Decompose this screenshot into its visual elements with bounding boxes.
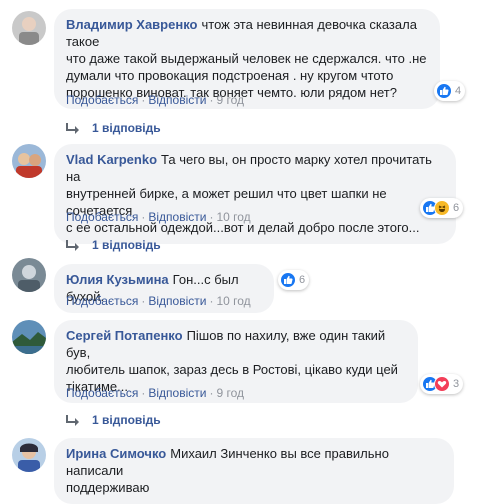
comment-author[interactable]: Сергей Потапенко [66, 328, 183, 343]
avatar[interactable] [12, 11, 46, 45]
comment-author[interactable]: Юлия Кузьмина [66, 272, 169, 287]
timestamp[interactable]: 9 год [216, 386, 244, 400]
replies-count-label: 1 відповідь [92, 121, 161, 135]
reply-arrow-icon [66, 415, 79, 426]
view-replies-link[interactable]: 1 відповідь [66, 121, 161, 135]
timestamp[interactable]: 10 год [216, 210, 250, 224]
reply-arrow-icon [66, 240, 79, 251]
avatar[interactable] [12, 320, 46, 354]
haha-icon [434, 200, 450, 216]
comment-bubble: Ирина Симочко Михаил Зинченко вы все прав… [54, 438, 454, 504]
reaction-count: 4 [455, 85, 462, 97]
reaction-count: 6 [453, 202, 460, 214]
comment-author[interactable]: Владимир Хавренко [66, 17, 197, 32]
comment-actions: Подобається · Відповісти · 9 год [66, 386, 244, 400]
view-replies-link[interactable]: 1 відповідь [66, 413, 161, 427]
comment-actions: Подобається · Відповісти · 9 год [66, 93, 244, 107]
avatar[interactable] [12, 144, 46, 178]
reaction-summary[interactable]: 6 [420, 198, 464, 218]
comment-actions: Подобається · Відповісти · 10 год [66, 210, 251, 224]
reply-button[interactable]: Відповісти [148, 210, 206, 224]
reaction-summary[interactable]: 6 [278, 270, 310, 290]
reply-button[interactable]: Відповісти [148, 386, 206, 400]
comment-actions: Подобається · Відповісти · 10 год [66, 294, 251, 308]
comment-text-line: думали что провокация подстроеная . ну к… [66, 68, 394, 83]
avatar[interactable] [12, 438, 46, 472]
timestamp[interactable]: 10 год [216, 294, 250, 308]
reaction-count: 6 [299, 274, 306, 286]
reaction-summary[interactable]: 3 [420, 374, 464, 394]
like-button[interactable]: Подобається [66, 93, 138, 107]
reaction-count: 3 [453, 378, 460, 390]
view-replies-link[interactable]: 1 відповідь [66, 238, 161, 252]
like-icon [280, 272, 296, 288]
like-button[interactable]: Подобається [66, 294, 138, 308]
avatar[interactable] [12, 258, 46, 292]
timestamp[interactable]: 9 год [216, 93, 244, 107]
comment-text-line: что даже такой выдержаный человек не сде… [66, 51, 427, 66]
love-icon [434, 376, 450, 392]
reply-button[interactable]: Відповісти [148, 294, 206, 308]
reply-button[interactable]: Відповісти [148, 93, 206, 107]
like-icon [436, 83, 452, 99]
comment-text-line: поддерживаю [66, 480, 150, 495]
comment-author[interactable]: Vlad Karpenko [66, 152, 157, 167]
replies-count-label: 1 відповідь [92, 238, 161, 252]
comment-author[interactable]: Ирина Симочко [66, 446, 166, 461]
comment-text-line: любитель шапок, зараз десь в Ростові, ці… [66, 362, 398, 377]
like-button[interactable]: Подобається [66, 386, 138, 400]
comment-bubble: Vlad Karpenko Та чего вы, он просто марку… [54, 144, 456, 244]
reaction-summary[interactable]: 4 [434, 81, 466, 101]
reply-arrow-icon [66, 123, 79, 134]
like-button[interactable]: Подобається [66, 210, 138, 224]
replies-count-label: 1 відповідь [92, 413, 161, 427]
